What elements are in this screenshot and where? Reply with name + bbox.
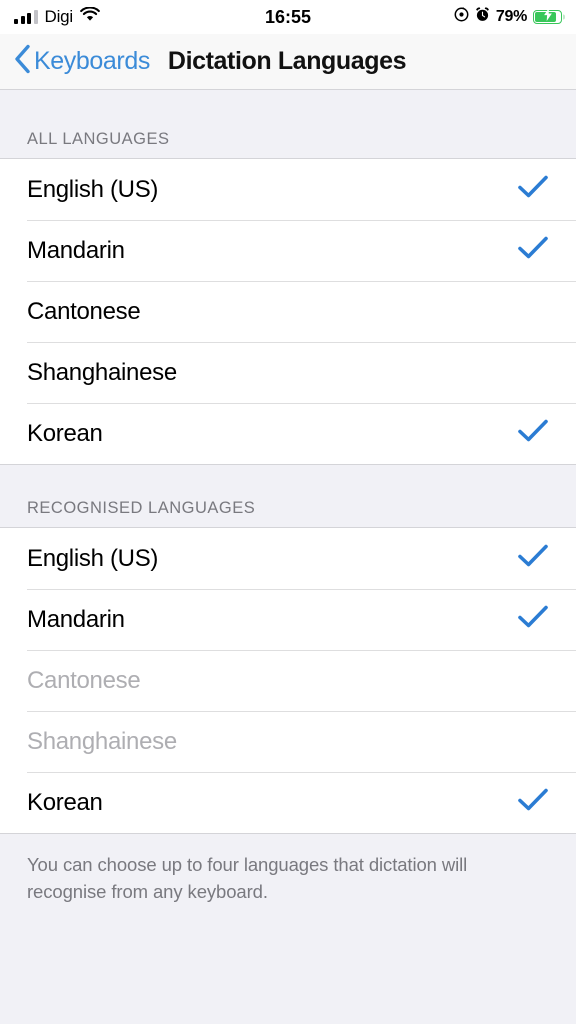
table-row[interactable]: English (US): [0, 159, 576, 220]
back-button-label: Keyboards: [34, 47, 150, 75]
row-label: Korean: [27, 419, 103, 447]
row-label: Shanghainese: [27, 358, 177, 386]
status-bar-left: Digi: [14, 6, 100, 27]
phone-screen: Digi 16:55 79% Keyboards Dictation Langu…: [0, 0, 576, 1024]
table-row[interactable]: Mandarin: [0, 220, 576, 281]
checkmark-icon: [518, 605, 548, 634]
checkmark-icon: [518, 419, 548, 448]
battery-charging-icon: [533, 8, 562, 24]
rotation-lock-icon: [454, 7, 469, 27]
settings-list: ALL LANGUAGES English (US) Mandarin Cant…: [0, 90, 576, 1024]
row-label: Korean: [27, 788, 103, 816]
table-row: Shanghainese: [0, 711, 576, 772]
table-row[interactable]: Cantonese: [0, 281, 576, 342]
table-row[interactable]: English (US): [0, 528, 576, 589]
table-row: Cantonese: [0, 650, 576, 711]
back-button-keyboards[interactable]: Keyboards: [14, 44, 150, 79]
table-group-recognised-languages: English (US) Mandarin Cantonese Shanghai…: [0, 527, 576, 834]
row-label: Mandarin: [27, 605, 125, 633]
row-label: Cantonese: [27, 297, 141, 325]
checkmark-icon: [518, 236, 548, 265]
row-label: English (US): [27, 175, 159, 203]
alarm-clock-icon: [475, 7, 490, 27]
navigation-bar: Keyboards Dictation Languages: [0, 34, 576, 90]
chevron-left-icon: [14, 44, 31, 79]
battery-percent-label: 79%: [495, 8, 527, 25]
section-header-all-languages: ALL LANGUAGES: [0, 90, 576, 158]
section-header-recognised-languages: RECOGNISED LANGUAGES: [0, 465, 576, 527]
status-bar-right: 79%: [454, 7, 562, 27]
table-group-all-languages: English (US) Mandarin Cantonese Shanghai…: [0, 158, 576, 465]
checkmark-icon: [518, 544, 548, 573]
status-bar: Digi 16:55 79%: [0, 0, 576, 34]
checkmark-icon: [518, 788, 548, 817]
table-row[interactable]: Korean: [0, 403, 576, 464]
page-title: Dictation Languages: [167, 47, 407, 75]
row-label: Cantonese: [27, 666, 141, 694]
section-footer-note: You can choose up to four languages that…: [27, 854, 468, 902]
table-row[interactable]: Korean: [0, 772, 576, 833]
row-label: Shanghainese: [27, 727, 177, 755]
checkmark-icon: [518, 175, 548, 204]
table-row[interactable]: Mandarin: [0, 589, 576, 650]
wifi-icon: [80, 6, 100, 27]
row-label: Mandarin: [27, 236, 125, 264]
cellular-signal-icon: [14, 10, 38, 24]
carrier-label: Digi: [44, 7, 74, 26]
table-row[interactable]: Shanghainese: [0, 342, 576, 403]
row-label: English (US): [27, 544, 159, 572]
